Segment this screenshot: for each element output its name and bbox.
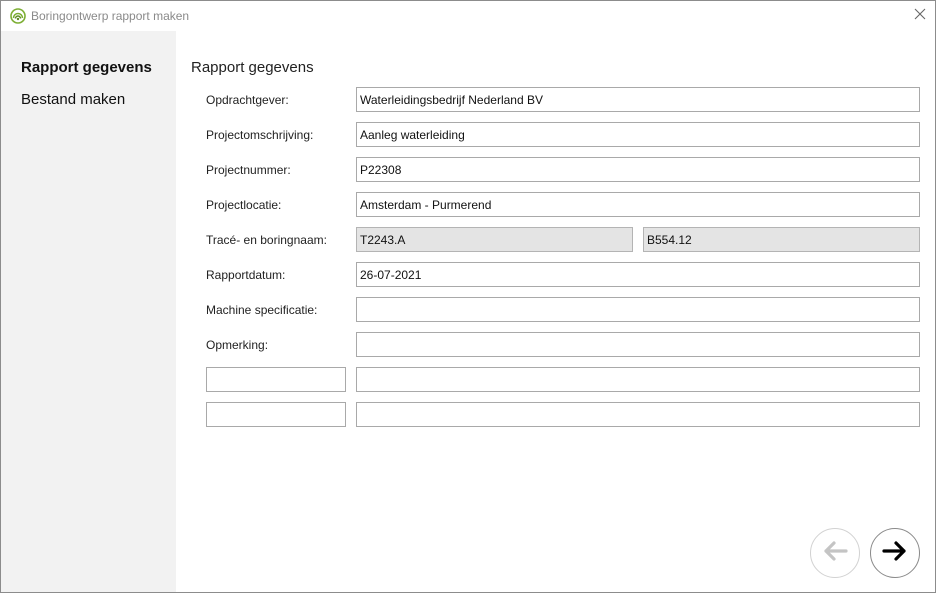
machine-specificatie-field[interactable]: [356, 297, 920, 322]
back-button[interactable]: [810, 528, 860, 578]
machine-specificatie-label: Machine specificatie:: [206, 303, 318, 317]
sidebar-item-bestand-maken[interactable]: Bestand maken: [21, 91, 125, 108]
main-content: Rapport gegevens Opdrachtgever: Projecto…: [176, 31, 935, 592]
custom-value-field-2[interactable]: [356, 402, 920, 427]
projectomschrijving-field[interactable]: [356, 122, 920, 147]
opdrachtgever-label: Opdrachtgever:: [206, 93, 289, 107]
projectlocatie-label: Projectlocatie:: [206, 198, 282, 212]
opmerking-field[interactable]: [356, 332, 920, 357]
projectlocatie-field[interactable]: [356, 192, 920, 217]
arrow-left-icon: [821, 540, 849, 567]
app-logo-icon: [10, 8, 26, 24]
arrow-right-icon: [881, 540, 909, 567]
opdrachtgever-field[interactable]: [356, 87, 920, 112]
close-button[interactable]: [905, 1, 935, 31]
window-title: Boringontwerp rapport maken: [31, 9, 190, 23]
opmerking-label: Opmerking:: [206, 338, 269, 352]
report-dialog-window: Boringontwerp rapport maken Rapport gege…: [0, 0, 936, 593]
trace-name-field: [356, 227, 633, 252]
custom-label-field-2[interactable]: [206, 402, 346, 427]
projectnummer-field[interactable]: [356, 157, 920, 182]
custom-label-field-1[interactable]: [206, 367, 346, 392]
rapportdatum-field[interactable]: [356, 262, 920, 287]
page-title: Rapport gegevens: [191, 59, 314, 76]
projectnummer-label: Projectnummer:: [206, 163, 291, 177]
rapportdatum-label: Rapportdatum:: [206, 268, 286, 282]
sidebar-item-rapport-gegevens[interactable]: Rapport gegevens: [21, 59, 152, 76]
custom-value-field-1[interactable]: [356, 367, 920, 392]
next-button[interactable]: [870, 528, 920, 578]
close-icon: [914, 7, 926, 25]
sidebar: Rapport gegevens Bestand maken: [1, 31, 176, 592]
projectomschrijving-label: Projectomschrijving:: [206, 128, 314, 142]
title-bar: Boringontwerp rapport maken: [1, 1, 935, 31]
trace-boringnaam-label: Tracé- en boringnaam:: [206, 233, 327, 247]
boring-name-field: [643, 227, 920, 252]
